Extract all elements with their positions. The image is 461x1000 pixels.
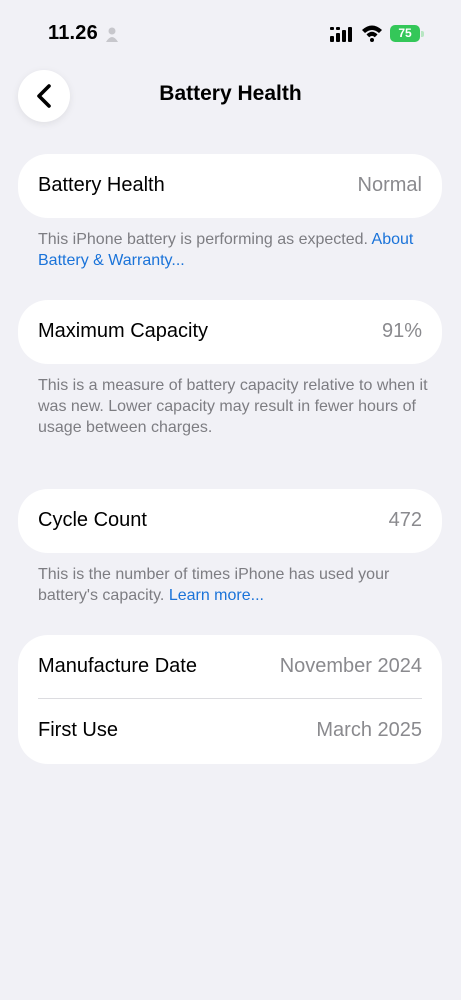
- cycle-count-label: Cycle Count: [38, 509, 147, 531]
- maximum-capacity-value: 91%: [381, 320, 422, 342]
- battery-nub: [421, 31, 424, 37]
- dates-card: Manufacture Date November 2024 First Use…: [18, 635, 442, 764]
- cellular-signal-icon: [330, 27, 352, 42]
- battery-health-row: Battery Health Normal: [18, 154, 442, 218]
- battery-health-label: Battery Health: [38, 174, 165, 196]
- cycle-count-footnote: This is the number of times iPhone has u…: [38, 564, 428, 606]
- screen: 11.26 75 Battery Health Battery Health N…: [0, 0, 461, 1000]
- maximum-capacity-footnote: This is a measure of battery capacity re…: [38, 377, 428, 436]
- maximum-capacity-card: Maximum Capacity 91%: [18, 300, 442, 364]
- status-time: 11.26: [48, 22, 98, 44]
- maximum-capacity-row: Maximum Capacity 91%: [18, 300, 442, 364]
- manufacture-date-label: Manufacture Date: [38, 655, 197, 677]
- focus-person-icon: [106, 27, 118, 42]
- cycle-count-value: 472: [388, 509, 422, 531]
- battery-health-footnote: This iPhone battery is performing as exp…: [38, 229, 428, 271]
- cycle-count-card: Cycle Count 472: [18, 489, 442, 553]
- first-use-label: First Use: [38, 719, 118, 741]
- first-use-row: First Use March 2025: [18, 699, 442, 763]
- battery-health-footnote-text: This iPhone battery is performing as exp…: [38, 231, 372, 248]
- page-title: Battery Health: [159, 82, 302, 105]
- learn-more-link[interactable]: Learn more...: [169, 587, 264, 604]
- battery-level-badge: 75: [390, 25, 420, 42]
- manufacture-date-row: Manufacture Date November 2024: [18, 635, 442, 699]
- wifi-icon: [362, 25, 382, 42]
- battery-health-card: Battery Health Normal: [18, 154, 442, 218]
- cycle-count-row: Cycle Count 472: [18, 489, 442, 553]
- battery-health-value: Normal: [357, 174, 422, 196]
- manufacture-date-value: November 2024: [279, 655, 422, 677]
- first-use-value: March 2025: [316, 719, 422, 741]
- maximum-capacity-label: Maximum Capacity: [38, 320, 209, 342]
- status-bar: 11.26 75: [0, 0, 461, 60]
